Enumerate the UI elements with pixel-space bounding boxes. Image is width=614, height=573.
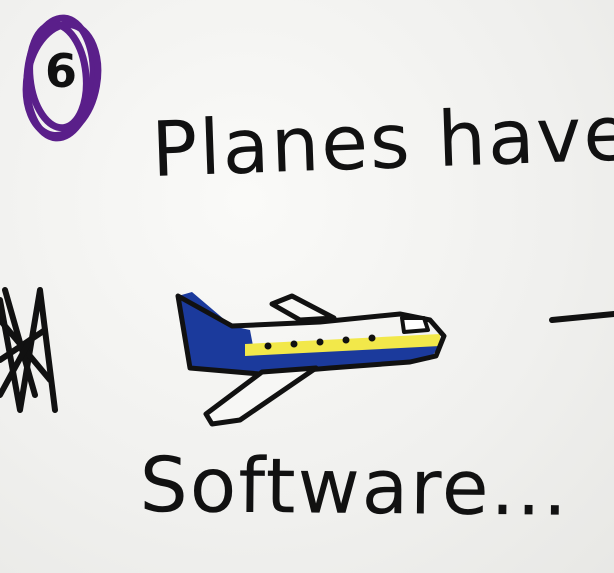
subline-text: Software... [139,440,570,533]
sticky-note-card: 6 Planes have Software... [0,0,614,573]
